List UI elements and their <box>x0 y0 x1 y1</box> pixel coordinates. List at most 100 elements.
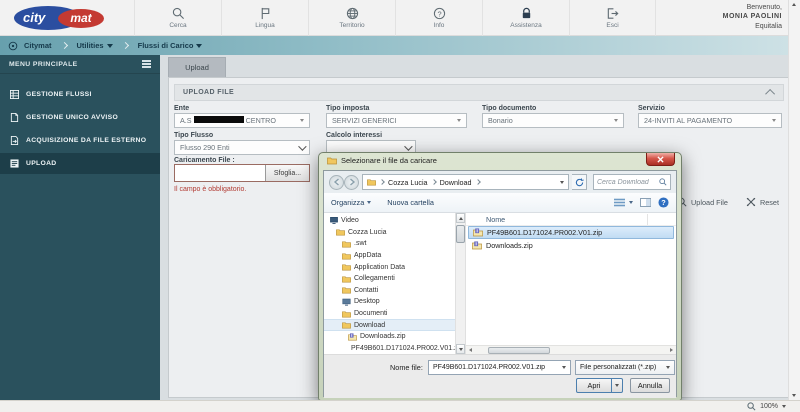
zoom-control[interactable]: 100% <box>747 402 786 411</box>
exit-icon <box>606 7 619 20</box>
breadcrumb-chevron-icon <box>431 179 437 185</box>
dropdown-arrow-icon <box>772 119 776 122</box>
tree-item-video[interactable]: Video <box>324 215 455 227</box>
preview-pane-button[interactable] <box>640 198 651 207</box>
scroll-up-button[interactable] <box>456 213 465 223</box>
dialog-title-text: Selezionare il file da caricare <box>341 156 437 165</box>
sfoglia-button[interactable]: Sfoglia... <box>265 165 309 181</box>
collapse-chevron-icon[interactable] <box>765 89 775 99</box>
tree-item-swt[interactable]: .swt <box>324 238 455 250</box>
tree-item-label: Documenti <box>354 310 387 317</box>
scroll-down-button[interactable] <box>456 344 465 354</box>
breadcrumb-home[interactable]: Citymat <box>24 41 52 50</box>
folder-tree: Video Cozza Lucia .swt AppData Applicati… <box>324 213 455 354</box>
address-dropdown-icon[interactable] <box>560 181 564 184</box>
dialog-body: Video Cozza Lucia .swt AppData Applicati… <box>324 213 676 354</box>
scroll-up-icon[interactable] <box>792 3 796 6</box>
redaction-bar <box>194 116 244 123</box>
open-button-group: Apri <box>576 378 623 393</box>
citymat-logo[interactable]: city mat <box>14 5 114 31</box>
organizza-menu[interactable]: Organizza <box>331 198 371 207</box>
tree-item-collegamenti[interactable]: Collegamenti <box>324 273 455 285</box>
back-button[interactable] <box>329 175 344 190</box>
close-button[interactable] <box>646 153 675 166</box>
sidebar-item-gestione-unico-avviso[interactable]: GESTIONE UNICO AVVISO <box>0 107 160 128</box>
file-list-horizontal-scrollbar[interactable] <box>466 345 676 354</box>
file-path-input[interactable] <box>175 165 265 181</box>
crumb-cozza-lucia[interactable]: Cozza Lucia <box>388 178 428 187</box>
zoom-dropdown-icon <box>782 405 786 408</box>
svg-text:?: ? <box>437 9 441 18</box>
list-view-icon <box>614 198 626 207</box>
breadcrumb-chevron-icon <box>475 179 481 185</box>
crumb-download[interactable]: Download <box>440 178 472 187</box>
tree-item-cozza-lucia[interactable]: Cozza Lucia <box>324 227 455 239</box>
reset-action[interactable]: Reset <box>746 197 779 207</box>
tree-item-pf49b601-zip[interactable]: PF49B601.D171024.PR002.V01.zip <box>324 343 455 354</box>
tree-item-label: Cozza Lucia <box>348 229 387 236</box>
forward-button[interactable] <box>344 175 359 190</box>
browser-vertical-scrollbar[interactable] <box>788 0 800 400</box>
ente-label: Ente <box>174 105 189 112</box>
tree-item-contatti[interactable]: Contatti <box>324 285 455 297</box>
tipo-imposta-select[interactable]: SERVIZI GENERICI <box>326 113 467 128</box>
filetype-combobox[interactable]: File personalizzati (*.zip) <box>575 360 675 375</box>
sidebar-item-upload[interactable]: UPLOAD <box>0 153 160 174</box>
tab-upload[interactable]: Upload <box>168 57 226 77</box>
nav-assistenza[interactable]: Assistenza <box>482 0 569 36</box>
column-header-nome[interactable]: Nome <box>466 213 676 226</box>
dialog-toolbar: Organizza Nuova cartella ? <box>324 193 676 213</box>
file-row-pf49b601[interactable]: PF49B601.D171024.PR002.V01.zip <box>468 226 674 239</box>
scrollbar-thumb[interactable] <box>456 225 465 243</box>
breadcrumb-utilities[interactable]: Utilities <box>77 41 113 50</box>
tree-vertical-scrollbar[interactable] <box>455 213 466 354</box>
search-box[interactable]: Cerca Download <box>593 174 671 190</box>
servizio-select[interactable]: 24-INVITI AL PAGAMENTO <box>638 113 782 128</box>
scroll-down-icon[interactable] <box>792 394 796 397</box>
scrollbar-thumb[interactable] <box>488 347 550 354</box>
hamburger-icon[interactable] <box>142 60 151 68</box>
tipo-flusso-select[interactable]: Flusso 290 Enti <box>174 140 310 155</box>
help-button[interactable]: ? <box>658 197 669 208</box>
nav-esci[interactable]: Esci <box>569 0 656 36</box>
top-navigation: Cerca Lingua Territorio ? Info Assistenz… <box>134 0 656 36</box>
upload-file-label: Upload File <box>691 198 728 207</box>
ente-select[interactable]: A.SCENTRO <box>174 113 310 128</box>
apri-dropdown-button[interactable] <box>612 378 623 393</box>
tree-item-appdata[interactable]: AppData <box>324 250 455 262</box>
file-name: Downloads.zip <box>486 241 533 250</box>
filename-combobox[interactable]: PF49B601.D171024.PR002.V01.zip <box>428 360 571 375</box>
nav-territorio[interactable]: Territorio <box>308 0 395 36</box>
nuova-cartella-button[interactable]: Nuova cartella <box>387 198 434 207</box>
globe-icon <box>346 7 359 20</box>
views-button[interactable] <box>614 198 633 207</box>
sidebar-item-gestione-flussi[interactable]: GESTIONE FLUSSI <box>0 84 160 105</box>
tree-item-documenti[interactable]: Documenti <box>324 308 455 320</box>
apri-button[interactable]: Apri <box>576 378 612 393</box>
nav-info[interactable]: ? Info <box>395 0 482 36</box>
tipo-documento-select[interactable]: Bonario <box>482 113 624 128</box>
refresh-button[interactable] <box>572 174 587 190</box>
nav-lingua[interactable]: Lingua <box>221 0 308 36</box>
folder-icon <box>342 240 351 248</box>
desktop-icon <box>342 298 351 306</box>
tipo-flusso-label: Tipo Flusso <box>174 132 213 139</box>
sidebar-item-label: GESTIONE FLUSSI <box>26 91 92 98</box>
address-breadcrumb[interactable]: Cozza Lucia Download <box>362 174 569 190</box>
breadcrumb-flussi-di-carico[interactable]: Flussi di Carico <box>138 41 203 50</box>
sidebar-item-acquisizione-da-file-esterno[interactable]: ACQUISIZIONE DA FILE ESTERNO <box>0 130 160 151</box>
welcome-greeting: Benvenuto, <box>723 3 782 12</box>
sidebar: MENU PRINCIPALE GESTIONE FLUSSI GESTIONE… <box>0 55 160 400</box>
nav-cerca[interactable]: Cerca <box>134 0 221 36</box>
upload-file-action[interactable]: Upload File <box>677 197 728 207</box>
scroll-right-button[interactable] <box>667 346 676 354</box>
sidebar-item-label: ACQUISIZIONE DA FILE ESTERNO <box>26 137 146 144</box>
annulla-button[interactable]: Annulla <box>630 378 670 393</box>
tree-item-downloads-zip[interactable]: Downloads.zip <box>324 331 455 343</box>
tree-item-desktop[interactable]: Desktop <box>324 296 455 308</box>
file-row-downloads-zip[interactable]: Downloads.zip <box>468 239 674 252</box>
tree-item-application-data[interactable]: Application Data <box>324 261 455 273</box>
tree-item-download[interactable]: Download <box>324 319 455 331</box>
scroll-left-button[interactable] <box>466 346 475 354</box>
nuova-cartella-label: Nuova cartella <box>387 198 434 207</box>
